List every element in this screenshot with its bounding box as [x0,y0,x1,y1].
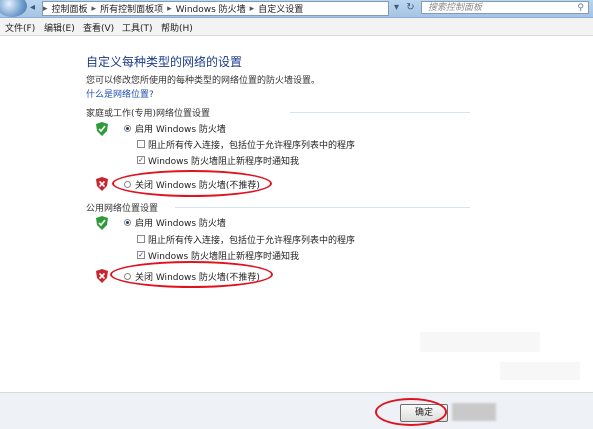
public-enable-firewall-label: 启用 Windows 防火墙 [135,219,226,229]
public-network-section-title: 公用网络位置设置 [86,204,159,214]
control-panel-globe-icon [0,0,27,17]
annotation-circle-ok [375,398,447,426]
back-arrow-icon[interactable]: ◂ [26,1,39,15]
breadcrumb-separator-icon: ▸ [167,3,172,14]
menu-file[interactable]: 文件(F) [5,21,35,34]
blurred-watermark [500,362,580,380]
page-title: 自定义每种类型的网络的设置 [86,55,243,69]
public-block-all-checkbox[interactable] [137,235,145,243]
dialog-footer [0,392,593,429]
home-enable-firewall-radio[interactable] [124,125,131,132]
blurred-cancel-button[interactable] [452,403,496,421]
search-input[interactable]: 搜索控制面板 ⚲ [421,1,589,14]
menu-tools[interactable]: 工具(T) [122,21,153,34]
search-placeholder: 搜索控制面板 [428,3,483,13]
title-bar: ◂ ▸ 控制面板 ▸ 所有控制面板项 ▸ Windows 防火墙 ▸ 自定义设置… [0,0,593,18]
annotation-circle-home [112,170,272,197]
menu-view[interactable]: 查看(V) [83,21,114,34]
red-shield-x-icon [96,269,108,283]
blurred-watermark [420,332,540,352]
home-block-all-checkbox[interactable] [137,140,145,148]
section-divider [290,112,470,113]
breadcrumb-separator-icon: ▸ [249,3,255,14]
breadcrumb-separator-icon: ▸ [43,3,48,14]
green-shield-check-icon [96,216,108,230]
refresh-icon[interactable]: ↻ [404,1,417,15]
home-network-section-title: 家庭或工作(专用)网络位置设置 [86,109,211,119]
home-block-all-label: 阻止所有传入连接，包括位于允许程序列表中的程序 [148,141,356,151]
public-notify-label: Windows 防火墙阻止新程序时通知我 [148,252,300,262]
breadcrumb-firewall[interactable]: Windows 防火墙 [176,2,246,15]
menu-edit[interactable]: 编辑(E) [44,21,75,34]
public-notify-checkbox[interactable]: ✓ [137,251,145,259]
search-icon[interactable]: ⚲ [577,2,584,15]
content-area: 自定义每种类型的网络的设置 您可以修改您所使用的每种类型的网络位置的防火墙设置。… [0,36,593,392]
network-location-help-link[interactable]: 什么是网络位置? [86,87,154,100]
home-notify-checkbox[interactable]: ✓ [137,156,145,164]
breadcrumb-control-panel[interactable]: 控制面板 [52,2,88,15]
red-shield-x-icon [96,177,108,191]
green-shield-check-icon [96,122,108,136]
home-notify-label: Windows 防火墙阻止新程序时通知我 [148,157,300,167]
annotation-circle-public [110,261,273,288]
breadcrumb-separator-icon: ▸ [91,3,97,14]
menu-help[interactable]: 帮助(H) [161,21,193,34]
menu-bar: 文件(F) 编辑(E) 查看(V) 工具(T) 帮助(H) [0,18,593,36]
dropdown-arrow-icon[interactable]: ▾ [390,1,403,15]
breadcrumb-all-items[interactable]: 所有控制面板项 [100,2,163,15]
public-block-all-label: 阻止所有传入连接，包括位于允许程序列表中的程序 [148,236,356,246]
page-description: 您可以修改您所使用的每种类型的网络位置的防火墙设置。 [86,76,321,86]
public-enable-firewall-radio[interactable] [124,219,131,226]
home-enable-firewall-label: 启用 Windows 防火墙 [135,125,226,135]
section-divider [175,207,470,208]
address-bar[interactable]: ▸ 控制面板 ▸ 所有控制面板项 ▸ Windows 防火墙 ▸ 自定义设置 [42,1,389,16]
breadcrumb-custom-settings[interactable]: 自定义设置 [258,2,303,15]
